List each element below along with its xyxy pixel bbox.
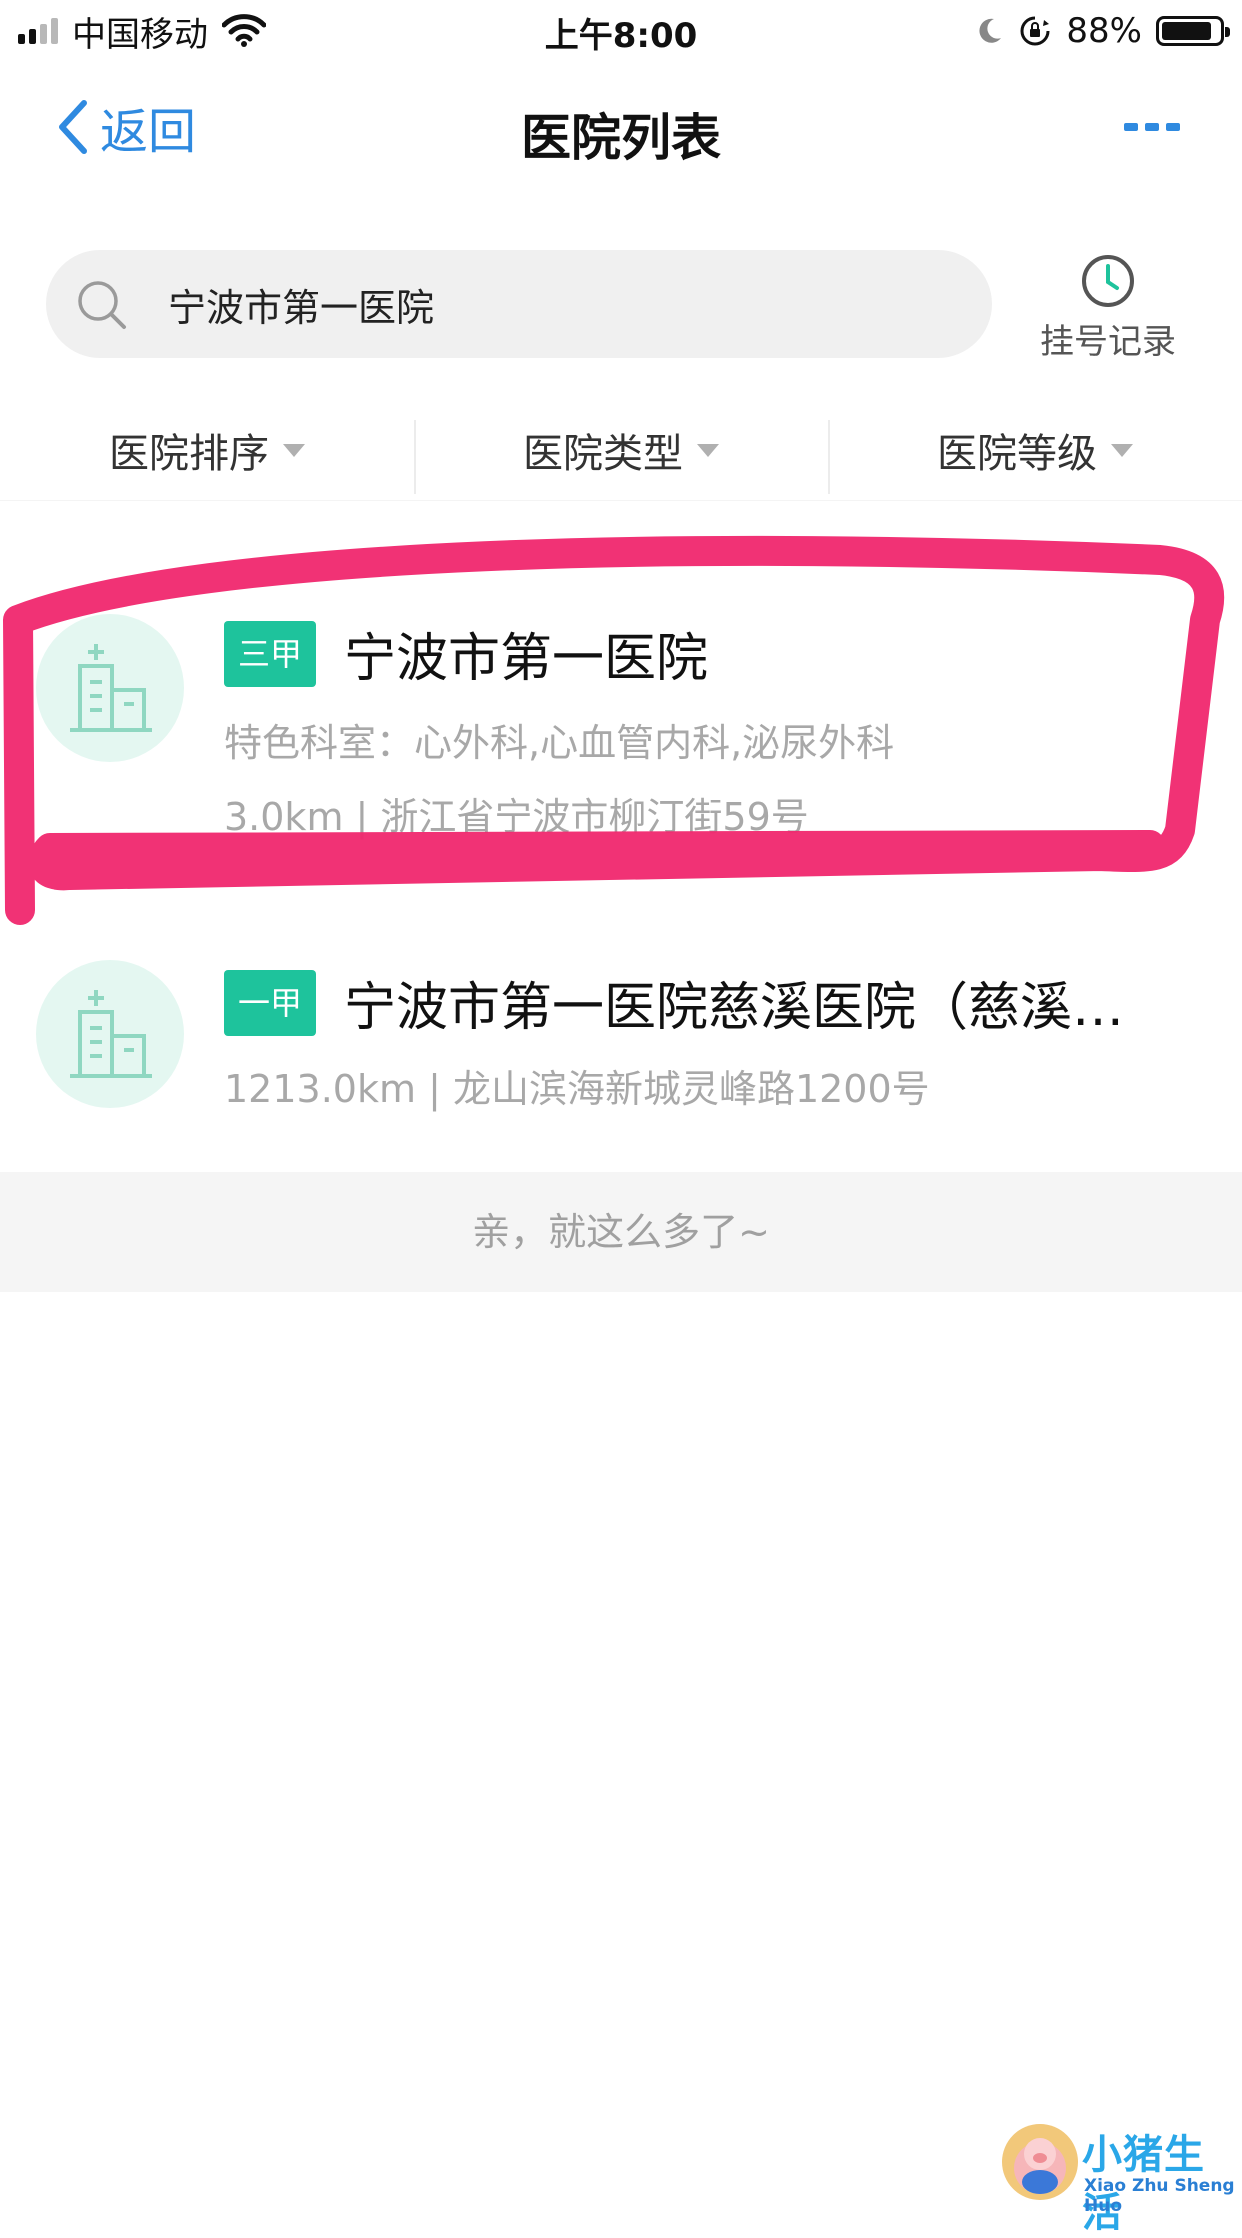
hospital-building-icon — [70, 644, 152, 732]
search-value: 宁波市第一医院 — [168, 285, 435, 330]
watermark-logo: 小猪生活 Xiao Zhu Sheng Huo — [1000, 2118, 1240, 2236]
filter-type[interactable]: 医院类型 — [414, 400, 828, 500]
hospital-list-item[interactable]: 三甲 宁波市第一医院 特色科室：心外科,心血管内科,泌尿外科 3.0km | 浙… — [0, 600, 1242, 870]
filter-bar: 医院排序 医院类型 医院等级 — [0, 400, 1242, 501]
hospital-title-row: 三甲 宁波市第一医院 — [224, 616, 708, 691]
grade-badge: 一甲 — [224, 969, 317, 1036]
search-row: 宁波市第一医院 挂号记录 — [0, 250, 1242, 370]
moon-icon — [979, 18, 1002, 43]
registration-record-button[interactable]: 挂号记录 — [1030, 252, 1186, 363]
grade-badge: 三甲 — [224, 620, 317, 687]
status-right: 88% — [974, 8, 1230, 54]
dropdown-arrow-icon — [283, 443, 305, 457]
hospital-avatar — [36, 614, 184, 762]
page-title: 医院列表 — [521, 109, 721, 167]
registration-record-label: 挂号记录 — [1040, 322, 1176, 362]
hospital-list-item[interactable]: 一甲 宁波市第一医院慈溪医院（慈溪… 1213.0km | 龙山滨海新城灵峰路1… — [0, 940, 1242, 1140]
filter-sort-label: 医院排序 — [109, 431, 269, 477]
hospital-name: 宁波市第一医院 — [344, 629, 709, 689]
hospital-specialties: 特色科室：心外科,心血管内科,泌尿外科 — [224, 721, 895, 765]
hospital-name: 宁波市第一医院慈溪医院（慈溪… — [344, 978, 1125, 1038]
search-icon — [78, 281, 126, 329]
end-of-list-note: 亲，就这么多了~ — [0, 1172, 1242, 1292]
filter-type-label: 医院类型 — [523, 431, 683, 477]
hospital-building-icon — [70, 990, 152, 1078]
more-icon[interactable] — [1122, 112, 1182, 142]
dropdown-arrow-icon — [697, 443, 719, 457]
hospital-title-row: 一甲 宁波市第一医院慈溪医院（慈溪… — [224, 965, 1124, 1040]
hospital-avatar — [36, 960, 184, 1108]
clock-icon — [1082, 255, 1134, 307]
filter-level-label: 医院等级 — [937, 431, 1097, 477]
orientation-lock-icon — [1020, 16, 1050, 46]
status-bar: 中国移动 上午8:00 88% — [0, 0, 1242, 62]
hospital-address: 1213.0km | 龙山滨海新城灵峰路1200号 — [224, 1067, 930, 1111]
search-input[interactable]: 宁波市第一医院 — [46, 250, 992, 358]
hospital-address: 3.0km | 浙江省宁波市柳汀街59号 — [224, 795, 809, 839]
watermark-subtitle: Xiao Zhu Sheng Huo — [1084, 2176, 1235, 2216]
filter-level[interactable]: 医院等级 — [828, 400, 1242, 500]
filter-sort[interactable]: 医院排序 — [0, 400, 414, 500]
nav-bar: 返回 医院列表 — [0, 62, 1242, 192]
dropdown-arrow-icon — [1111, 443, 1133, 457]
battery-icon — [1156, 16, 1230, 46]
battery-percent: 88% — [1066, 11, 1142, 51]
pig-mascot-icon — [1002, 2124, 1078, 2200]
